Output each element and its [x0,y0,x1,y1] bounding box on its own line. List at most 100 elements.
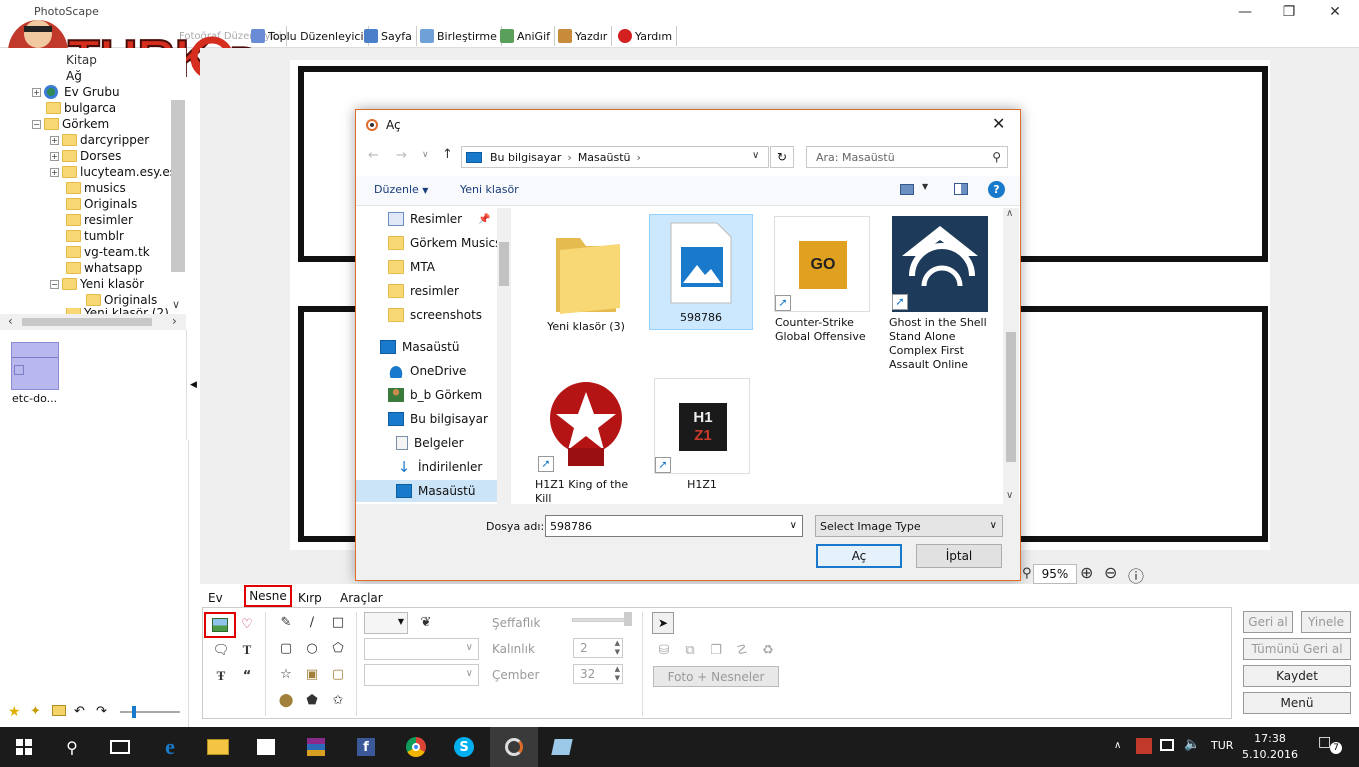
file-item-folder[interactable]: Yeni klasör (3) [533,220,639,334]
tree-item[interactable]: Originals [86,292,157,308]
filled-pentagon-icon[interactable]: ⬟ [302,690,322,710]
organize-button[interactable]: Düzenle ▼ [374,183,428,196]
group-icon[interactable]: ☡ [732,640,752,660]
line-style-select[interactable]: ∨ [364,638,479,660]
undo-all-button[interactable]: Tümünü Geri al [1243,638,1351,660]
scroll-down-icon[interactable]: ∨ [172,298,180,311]
slider-handle[interactable] [132,706,136,718]
collapse-icon[interactable]: − [50,279,59,289]
circle-stepper[interactable]: 32 ▲ ▼ [573,664,623,684]
insert-photo-button[interactable] [204,612,236,638]
star-shape-icon[interactable]: ☆ [276,664,296,684]
task-view-icon[interactable] [96,727,144,767]
winrar-icon[interactable] [292,727,340,767]
folder-tree[interactable]: Kitap Ağ + Ev Grubu bulgarca − Görkem + dar… [0,48,186,318]
maximize-button[interactable]: ❐ [1266,0,1312,24]
nav-item[interactable]: screenshots [388,304,482,326]
tree-item[interactable]: Originals [66,196,137,212]
nav-item[interactable]: b_b Görkem [388,384,482,406]
hscroll-thumb[interactable] [22,318,152,326]
minimize-button[interactable]: — [1222,0,1268,24]
zoom-fit-icon[interactable]: ⚲ [1022,566,1032,581]
expand-icon[interactable]: + [50,151,59,161]
forward-nav-icon[interactable]: → [396,148,407,163]
menu-button[interactable]: Menü [1243,692,1351,714]
start-button[interactable] [0,727,48,767]
tree-item[interactable]: Ağ [66,68,82,84]
nav-scrollbar-thumb[interactable] [499,242,509,286]
tree-item[interactable]: whatsapp [66,260,142,276]
tray-chevron-icon[interactable]: ∧ [1114,740,1121,751]
search-box[interactable]: Ara: Masaüstü ⚲ [806,146,1008,168]
tree-item[interactable]: resimler [66,212,133,228]
address-dropdown-icon[interactable]: ∨ [752,150,759,161]
address-bar[interactable]: Bu bilgisayar › Masaüstü › [461,146,769,168]
filled-rounded-rect-icon[interactable]: ▢ [328,664,348,684]
nav-item[interactable]: OneDrive [388,360,466,382]
favorite-folder-icon[interactable]: ✦ [30,704,41,719]
rectangle-icon[interactable]: □ [328,612,348,632]
search-taskbar-icon[interactable]: ⚲ [48,727,96,767]
tab-anigif[interactable]: AniGif [496,26,556,46]
tree-item[interactable]: musics [66,180,126,196]
thumb-size-slider[interactable] [120,711,180,713]
nav-item[interactable]: Bu bilgisayar [388,408,488,430]
zoom-in-icon[interactable]: ⊕ [1080,563,1093,582]
text-icon[interactable]: T [237,640,257,660]
expand-icon[interactable]: + [32,87,41,97]
tab-help[interactable]: Yardım [614,26,678,46]
color-picker-select[interactable]: ▼ [364,612,408,634]
tree-item-homegroup[interactable]: + Ev Grubu [32,84,120,100]
edge-icon[interactable]: e [146,727,194,767]
view-dropdown-icon[interactable]: ▼ [922,182,928,191]
redo-button[interactable]: Yinele [1301,611,1351,633]
pentagon-icon[interactable]: ⬠ [328,638,348,658]
pen-icon[interactable]: ✎ [276,612,296,632]
scroll-up-icon[interactable]: ∧ [1006,208,1013,219]
tree-item[interactable]: + darcyripper [50,132,149,148]
sticker-icon[interactable]: ♡ [237,614,257,634]
back-arrow-icon[interactable]: ↶ [74,704,85,719]
expand-icon[interactable]: + [50,167,59,177]
zoom-value[interactable]: 95% [1033,564,1077,584]
filled-rectangle-icon[interactable]: ▣ [302,664,322,684]
nav-item[interactable]: Masaüstü [380,336,459,358]
nav-item[interactable]: resimler [388,280,459,302]
facebook-icon[interactable]: f [342,727,390,767]
close-window-button[interactable]: ✕ [1312,0,1358,24]
nav-item[interactable]: ↓ İndirilenler [396,456,483,478]
file-explorer-icon[interactable] [194,727,242,767]
collapse-icon[interactable]: − [32,119,41,129]
file-scrollbar[interactable]: ∧ ∨ [1003,208,1019,504]
back-nav-icon[interactable]: ← [368,148,379,163]
tree-item[interactable]: + lucyteam.esy.es [50,164,176,180]
photoscape-taskbar-icon[interactable] [490,727,538,767]
pin-icon[interactable]: 📌 [478,214,490,225]
spinner-arrows-icon[interactable]: ▲ ▼ [615,665,620,683]
clock-time[interactable]: 17:38 [1250,732,1290,745]
preview-pane-icon[interactable] [954,183,968,195]
new-folder-button[interactable]: Yeni klasör [460,183,519,196]
thumbnail-image[interactable] [11,342,59,390]
file-item-selected[interactable]: 598786 [649,214,753,330]
spinner-arrows-icon[interactable]: ▲ ▼ [615,639,620,657]
file-scrollbar-thumb[interactable] [1006,332,1016,462]
tray-app-icon[interactable] [1136,738,1152,754]
nav-item[interactable]: Görkem Musics [388,232,501,254]
fill-style-select[interactable]: ∨ [364,664,479,686]
layer-icon[interactable]: ⛁ [654,640,674,660]
nav-item[interactable]: Belgeler [396,432,464,454]
network-icon[interactable] [1160,739,1174,751]
nav-item[interactable]: MTA [388,256,435,278]
photo-objects-button[interactable]: Foto + Nesneler [653,666,779,687]
open-button[interactable]: Aç [816,544,902,568]
forward-arrow-icon[interactable]: ↷ [96,704,107,719]
language-indicator[interactable]: TUR [1211,739,1233,752]
filetype-select[interactable]: Select Image Type ∨ [815,515,1003,537]
tree-item[interactable]: tumblr [66,228,124,244]
collapse-pane-button[interactable]: ◀ [186,330,200,440]
clock-date[interactable]: 5.10.2016 [1242,748,1298,761]
nav-item[interactable]: Resimler 📌 [388,208,491,230]
file-item-shortcut[interactable]: ➚ Ghost in the Shell Stand Alone Complex… [885,216,995,372]
help-icon[interactable]: ? [988,181,1005,198]
